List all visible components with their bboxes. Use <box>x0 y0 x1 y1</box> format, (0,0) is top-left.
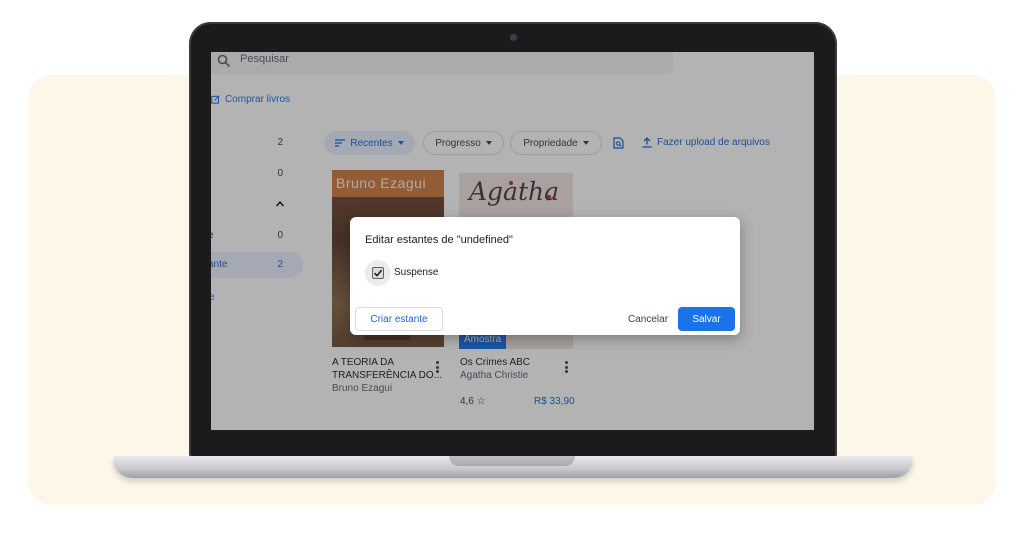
edit-shelves-dialog: Editar estantes de "undefined" Suspense … <box>350 217 740 335</box>
marketing-stage: Pesquisar Comprar livros 2 0 e 0 ante 2 <box>0 0 1024 536</box>
shelf-checkbox-label[interactable]: Suspense <box>394 267 438 278</box>
create-shelf-button[interactable]: Criar estante <box>355 307 443 331</box>
save-button[interactable]: Salvar <box>678 307 735 331</box>
laptop-notch <box>449 456 575 466</box>
shelf-checkbox-ripple[interactable] <box>365 260 391 286</box>
cancel-button[interactable]: Cancelar <box>620 307 676 331</box>
shelf-checkbox[interactable] <box>372 267 384 279</box>
dialog-title: Editar estantes de "undefined" <box>365 234 513 246</box>
webcam-icon <box>510 34 517 41</box>
check-icon <box>373 269 383 277</box>
laptop-screen: Pesquisar Comprar livros 2 0 e 0 ante 2 <box>211 52 814 430</box>
